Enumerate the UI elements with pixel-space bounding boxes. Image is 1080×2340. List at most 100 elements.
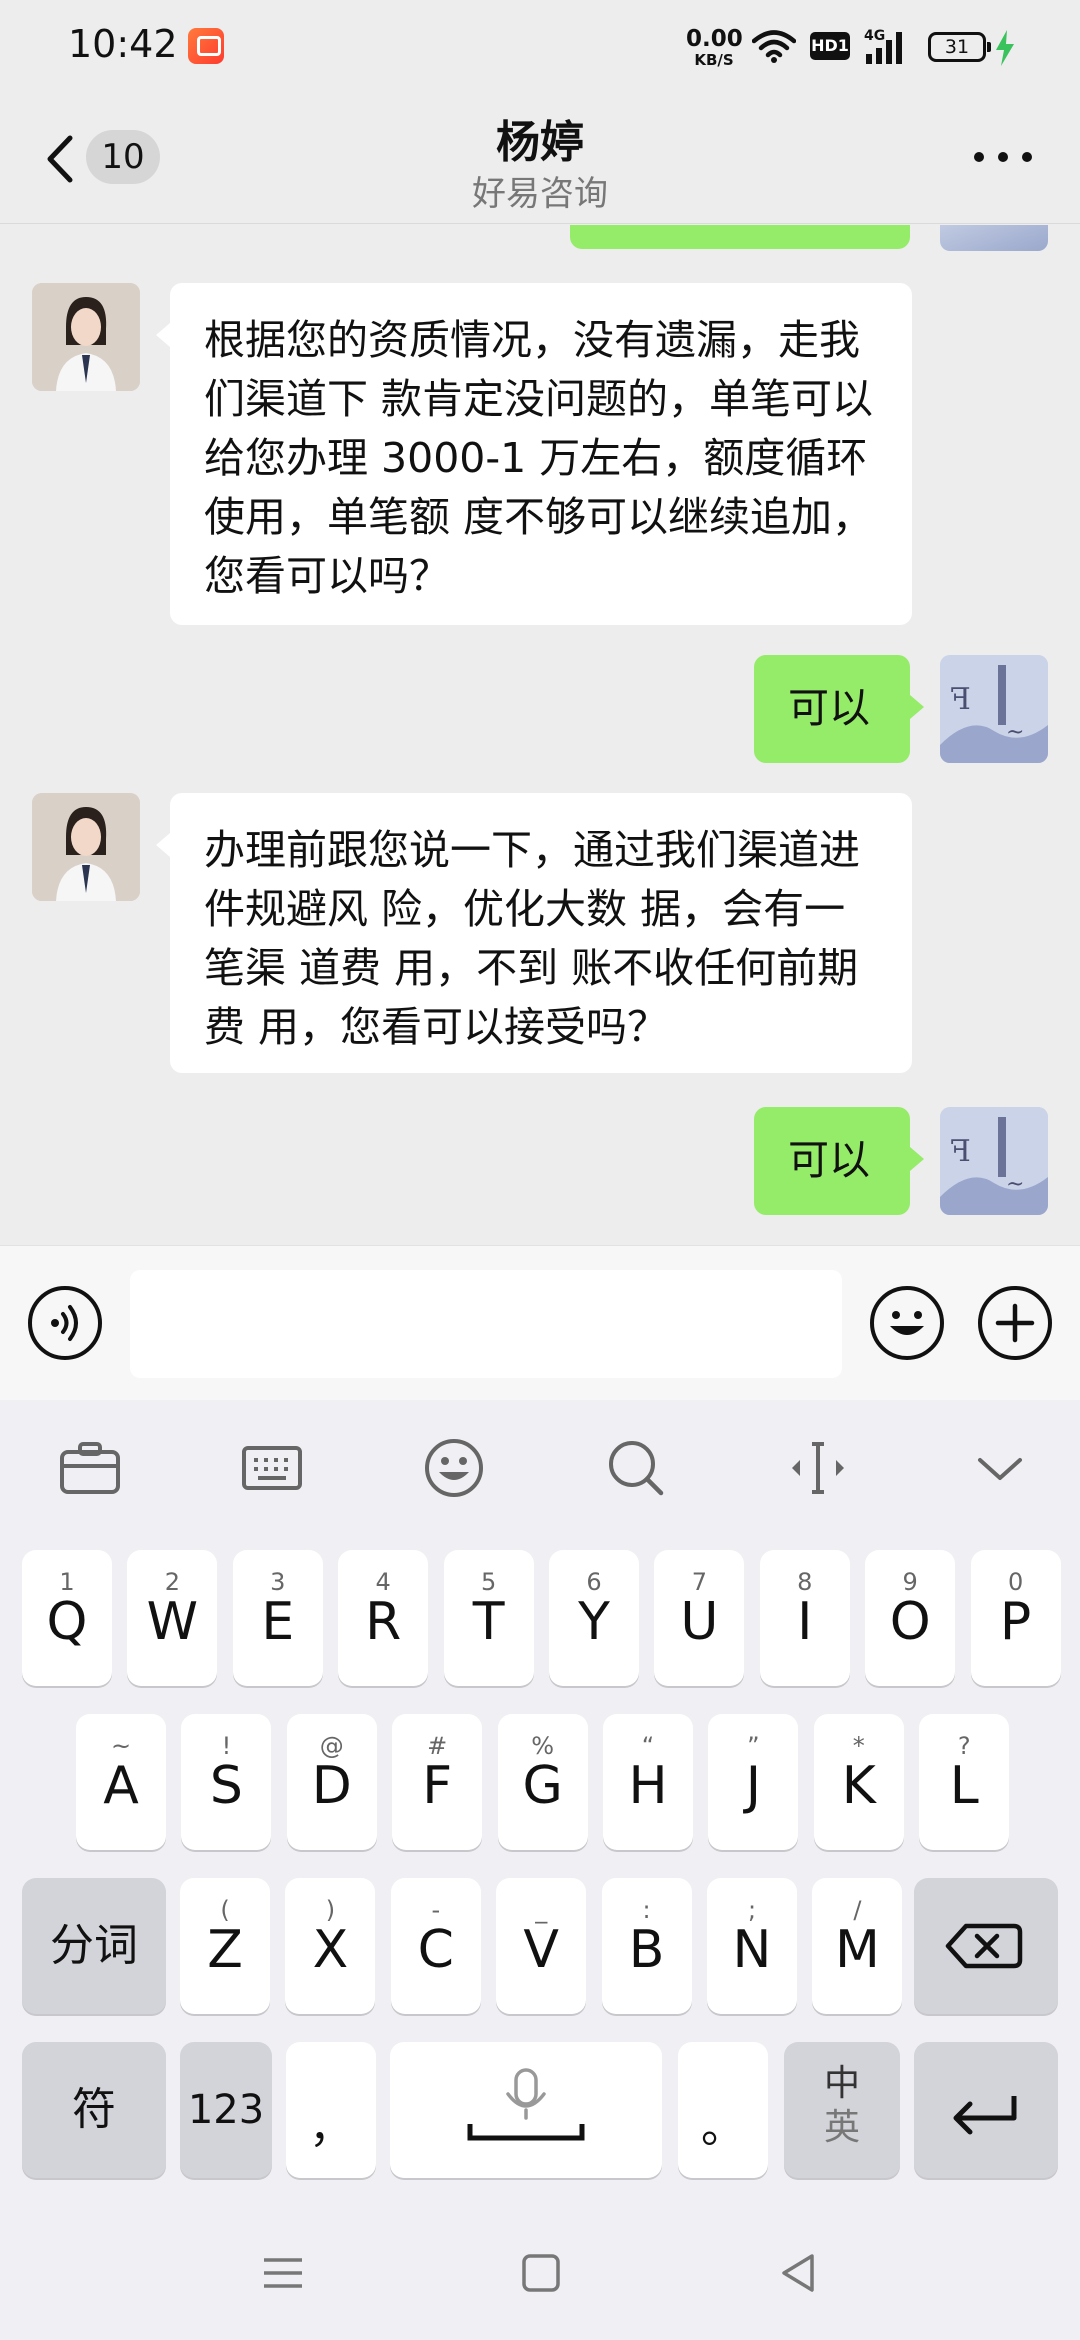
hd-voice-badge: HD1: [810, 32, 850, 60]
key-x[interactable]: ) X: [285, 1878, 376, 2014]
key-label: I: [797, 1592, 813, 1652]
key-y[interactable]: 6Y: [549, 1550, 639, 1686]
key-label: R: [365, 1592, 402, 1652]
key-label: 分词: [50, 1920, 138, 1971]
segment-key[interactable]: 分词: [22, 1878, 166, 2014]
key-a[interactable]: ~ A: [76, 1714, 166, 1850]
key-label: ，: [309, 2102, 353, 2153]
chat-subtitle: 好易咨询: [472, 174, 608, 214]
key-f[interactable]: # F: [392, 1714, 483, 1850]
key-g[interactable]: % G: [497, 1714, 588, 1850]
key-label: F: [422, 1756, 453, 1816]
key-k[interactable]: * K: [813, 1714, 904, 1850]
emoji-icon[interactable]: [422, 1436, 486, 1500]
my-avatar[interactable]: [940, 225, 1048, 251]
cursor-icon[interactable]: [786, 1436, 850, 1500]
previous-sent-bubble[interactable]: [570, 225, 910, 249]
contact-portrait-icon: [32, 793, 140, 901]
key-v[interactable]: _ V: [496, 1878, 587, 2014]
key-z[interactable]: (Z: [180, 1878, 270, 2014]
comma-key[interactable]: ，: [286, 2042, 376, 2178]
key-o[interactable]: 9O: [865, 1550, 956, 1686]
key-label: E: [261, 1592, 295, 1652]
key-label: 符: [72, 2084, 116, 2135]
symbols-key[interactable]: 符: [22, 2042, 166, 2178]
key-label: T: [472, 1592, 505, 1652]
period-key[interactable]: 。: [678, 2042, 768, 2178]
sent-message-bubble[interactable]: 可以: [754, 655, 924, 763]
key-s[interactable]: ! S: [181, 1714, 272, 1850]
sent-message-bubble[interactable]: 可以: [754, 1107, 924, 1215]
key-t[interactable]: 5T: [443, 1550, 534, 1686]
search-icon[interactable]: [604, 1436, 668, 1500]
chat-header: 10 杨婷 好易咨询: [0, 92, 1080, 224]
home-icon[interactable]: [516, 2248, 566, 2298]
received-message-bubble[interactable]: 根据您的资质情况，没有遗漏，走我们渠道下 款肯定没问题的，单笔可以给您办理 30…: [156, 283, 912, 625]
backspace-key[interactable]: [914, 1878, 1058, 2014]
key-h[interactable]: “H: [603, 1714, 693, 1850]
emoji-button[interactable]: [870, 1286, 944, 1360]
plus-icon: [995, 1303, 1035, 1343]
language-switch-key[interactable]: 中 英: [784, 2042, 900, 2178]
keyboard-icon[interactable]: [240, 1436, 304, 1500]
message-text: 根据您的资质情况，没有遗漏，走我们渠道下 款肯定没问题的，单笔可以给您办理 30…: [204, 316, 874, 600]
key-label: B: [628, 1920, 665, 1980]
key-p[interactable]: 0P: [970, 1550, 1061, 1686]
network-speed: 0.00 KB/S: [686, 26, 743, 68]
recent-apps-icon[interactable]: [258, 2248, 308, 2298]
key-label: L: [949, 1756, 979, 1816]
voice-input-button[interactable]: [28, 1286, 102, 1360]
key-label: K: [841, 1756, 876, 1816]
my-avatar[interactable]: ꟻ ~: [940, 1107, 1048, 1215]
contact-avatar[interactable]: [32, 793, 140, 901]
network-type: 4G: [864, 28, 885, 44]
contact-avatar[interactable]: [32, 283, 140, 391]
key-label: Q: [46, 1592, 88, 1652]
my-avatar[interactable]: ꟻ ~: [940, 655, 1048, 763]
enter-key[interactable]: [914, 2042, 1058, 2178]
key-r[interactable]: 4R: [338, 1550, 429, 1686]
contact-portrait-icon: [32, 283, 140, 391]
key-e[interactable]: 3E: [232, 1550, 323, 1686]
received-message-bubble[interactable]: 办理前跟您说一下，通过我们渠道进件规避风 险，优化大数 据，会有一笔渠 道费 用…: [156, 793, 912, 1073]
message-text: 可以: [788, 1136, 870, 1184]
key-label: 。: [701, 2102, 745, 2153]
key-label: X: [312, 1920, 349, 1980]
key-q[interactable]: 1Q: [22, 1550, 112, 1686]
key-j[interactable]: ” J: [708, 1714, 799, 1850]
charging-bolt-icon: [996, 30, 1014, 66]
key-i[interactable]: 8I: [759, 1550, 850, 1686]
network-speed-value: 0.00: [686, 26, 743, 52]
back-nav-icon[interactable]: [774, 2248, 824, 2298]
more-dot-icon: [1022, 152, 1032, 162]
status-bar: 10:42 0.00 KB/S HD1 4G 31: [0, 0, 1080, 92]
more-actions-button[interactable]: [978, 1286, 1052, 1360]
key-m[interactable]: / M: [812, 1878, 903, 2014]
key-w[interactable]: 2W: [127, 1550, 218, 1686]
wifi-icon: [752, 30, 796, 63]
message-list[interactable]: 根据您的资质情况，没有遗漏，走我们渠道下 款肯定没问题的，单笔可以给您办理 30…: [0, 225, 1080, 1245]
key-u[interactable]: 7U: [654, 1550, 745, 1686]
key-label: Z: [207, 1920, 243, 1980]
backspace-icon: [945, 1923, 1023, 1969]
key-label: C: [417, 1920, 454, 1980]
message-input[interactable]: [130, 1270, 842, 1378]
clipboard-icon[interactable]: [58, 1436, 122, 1500]
voice-icon: [51, 1305, 78, 1341]
key-label: U: [680, 1592, 719, 1652]
numbers-key[interactable]: 123: [180, 2042, 272, 2178]
key-label: J: [745, 1756, 762, 1816]
key-d[interactable]: @ D: [286, 1714, 377, 1850]
status-time: 10:42: [68, 22, 178, 66]
key-c[interactable]: -C: [390, 1878, 481, 2014]
message-text: 可以: [788, 684, 870, 732]
more-options-button[interactable]: [974, 150, 1034, 166]
key-l[interactable]: ? L: [919, 1714, 1010, 1850]
key-label: V: [523, 1920, 559, 1980]
space-key[interactable]: [390, 2042, 662, 2178]
key-n[interactable]: ; N: [707, 1878, 797, 2014]
key-b[interactable]: :B: [601, 1878, 692, 2014]
battery-indicator: 31: [928, 32, 991, 62]
collapse-keyboard-icon[interactable]: [968, 1436, 1032, 1500]
more-dot-icon: [998, 152, 1008, 162]
